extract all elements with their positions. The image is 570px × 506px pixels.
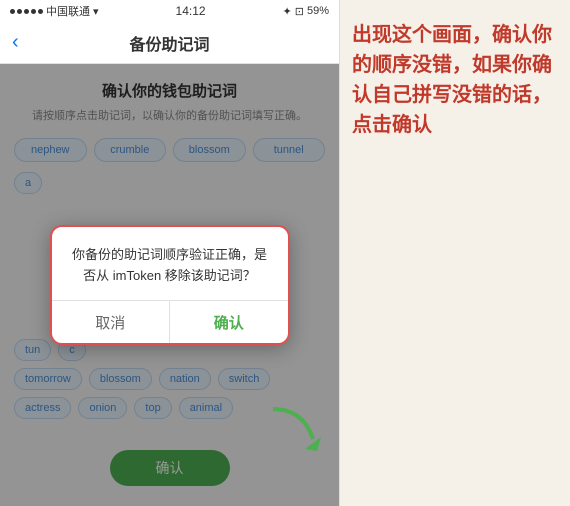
dialog-overlay: 你备份的助记词顺序验证正确，是否从 imToken 移除该助记词？ 取消 确认 bbox=[0, 64, 339, 506]
dialog-ok-button[interactable]: 确认 bbox=[170, 301, 288, 343]
battery-icon: ⊡ bbox=[295, 5, 304, 18]
dialog-body: 你备份的助记词顺序验证正确，是否从 imToken 移除该助记词？ bbox=[52, 227, 288, 301]
dialog-box: 你备份的助记词顺序验证正确，是否从 imToken 移除该助记词？ 取消 确认 bbox=[50, 225, 290, 346]
wifi-icon: ▾ bbox=[93, 5, 99, 18]
status-bar: 中国联通 ▾ 14:12 ✦ ⊡ 59% bbox=[0, 0, 339, 22]
bluetooth-icon: ✦ bbox=[283, 5, 292, 18]
arrow-hint-icon bbox=[263, 399, 323, 454]
phone-mockup: 中国联通 ▾ 14:12 ✦ ⊡ 59% ‹ 备份助记词 确认你的钱包助记词 请… bbox=[0, 0, 340, 506]
battery-level: 59% bbox=[307, 5, 329, 17]
main-content: 确认你的钱包助记词 请按顺序点击助记词，以确认你的备份助记词填写正确。 neph… bbox=[0, 64, 339, 506]
carrier-label: 中国联通 bbox=[46, 3, 90, 19]
dialog-buttons: 取消 确认 bbox=[52, 300, 288, 343]
status-right: ✦ ⊡ 59% bbox=[283, 5, 329, 18]
signal-icon bbox=[10, 9, 43, 14]
annotation-text: 出现这个画面，确认你的顺序没错，如果你确认自己拼写没错的话，点击确认 bbox=[352, 20, 558, 140]
time-display: 14:12 bbox=[176, 4, 206, 18]
annotation-panel: 出现这个画面，确认你的顺序没错，如果你确认自己拼写没错的话，点击确认 bbox=[340, 0, 570, 506]
status-left: 中国联通 ▾ bbox=[10, 3, 99, 19]
dialog-cancel-button[interactable]: 取消 bbox=[52, 301, 171, 343]
back-button[interactable]: ‹ bbox=[12, 31, 19, 54]
dialog-message: 你备份的助记词顺序验证正确，是否从 imToken 移除该助记词？ bbox=[68, 245, 272, 287]
nav-title: 备份助记词 bbox=[129, 31, 209, 55]
nav-bar: ‹ 备份助记词 bbox=[0, 22, 339, 64]
